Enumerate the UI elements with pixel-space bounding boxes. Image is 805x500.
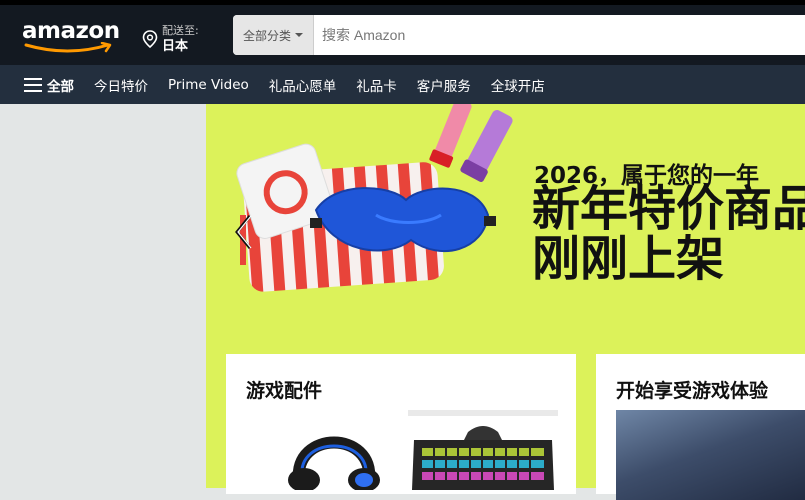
- card-gaming-accessories[interactable]: 游戏配件: [226, 354, 576, 494]
- hero-title-line2: 刚刚上架: [532, 231, 725, 287]
- nav-item-gift-registry[interactable]: 礼品心愿单: [259, 69, 347, 101]
- nav-item-sell[interactable]: 全球开店: [481, 69, 555, 101]
- gaming-scene-image[interactable]: [616, 410, 805, 500]
- hamburger-menu-icon: [24, 77, 42, 92]
- nav-all-label: 全部: [47, 78, 74, 95]
- nav-item-customer-service[interactable]: 客户服务: [407, 69, 481, 101]
- hero-products-image: [236, 104, 513, 292]
- logo-smile-icon: [24, 42, 112, 53]
- carousel-prev-arrow-icon[interactable]: [232, 212, 256, 252]
- card-title: 开始享受游戏体验: [616, 380, 769, 402]
- search-category-dropdown[interactable]: 全部分类: [233, 15, 314, 55]
- card-title: 游戏配件: [246, 380, 323, 402]
- logo-text: amazon: [22, 18, 120, 44]
- headset-image[interactable]: [284, 410, 384, 490]
- amazon-logo[interactable]: amazon: [22, 18, 122, 60]
- deliver-location: 日本: [162, 39, 189, 54]
- card-start-gaming[interactable]: 开始享受游戏体验: [596, 354, 805, 500]
- nav-item-prime-video[interactable]: Prime Video: [158, 69, 259, 101]
- sub-nav-bar: 全部 今日特价 Prime Video 礼品心愿单 礼品卡 客户服务 全球开店: [0, 65, 805, 104]
- location-pin-icon: [142, 30, 158, 48]
- nav-all-menu[interactable]: 全部: [14, 69, 84, 101]
- keyboard-image[interactable]: [408, 410, 558, 490]
- caret-down-icon: [295, 33, 303, 37]
- main-content: 2026，属于您的一年 新年特价商品 刚刚上架 游戏配件 开始享受游戏体验: [0, 104, 805, 500]
- search-input[interactable]: [314, 15, 805, 55]
- main-nav-bar: amazon 配送至: 日本 全部分类: [0, 5, 805, 65]
- nav-item-gift-cards[interactable]: 礼品卡: [346, 69, 407, 101]
- search-category-label: 全部分类: [242, 28, 291, 43]
- hero-title-line1: 新年特价商品: [532, 181, 805, 237]
- hero-title: 新年特价商品 刚刚上架: [532, 184, 805, 284]
- search-bar: 全部分类: [233, 15, 805, 55]
- nav-item-todays-deals[interactable]: 今日特价: [84, 69, 158, 101]
